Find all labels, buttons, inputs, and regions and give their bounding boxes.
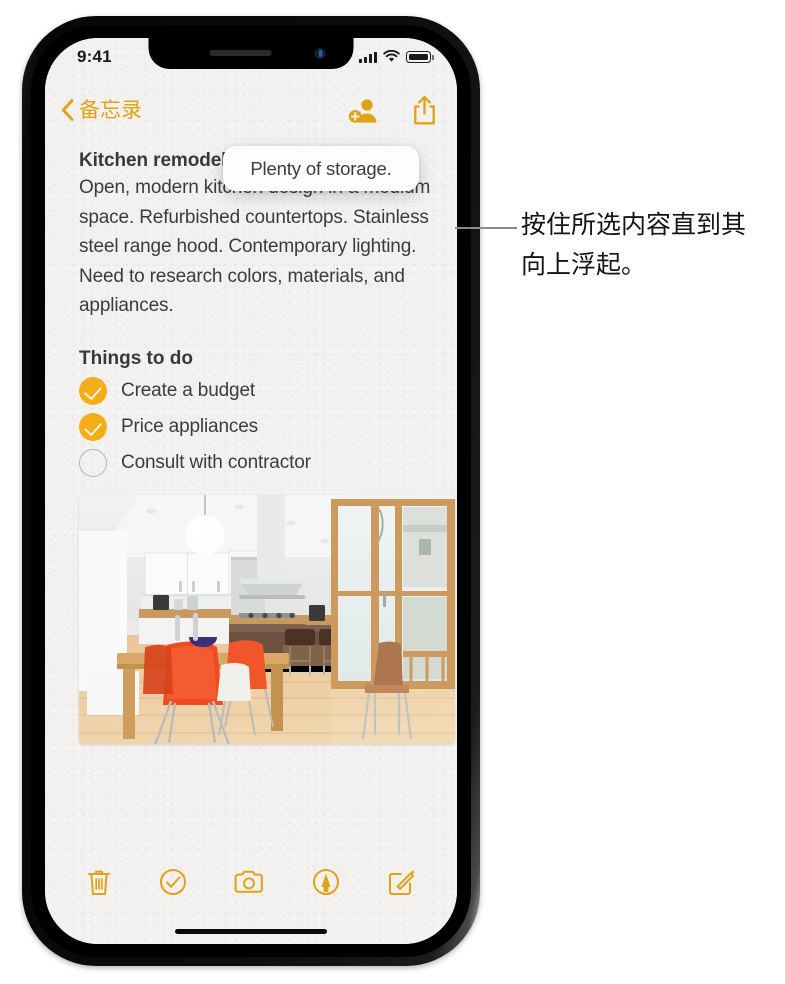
checkbox-empty-icon[interactable] — [79, 448, 107, 477]
markup-pen-icon[interactable] — [312, 868, 340, 896]
todo-label: Price appliances — [121, 415, 259, 437]
chevron-left-icon — [61, 99, 74, 121]
home-indicator[interactable] — [175, 929, 327, 934]
device-notch — [148, 38, 354, 69]
phone-screen: 9:41 备忘录 Kitchen remodel ideas Open, mod… — [45, 38, 457, 944]
share-icon[interactable] — [412, 95, 437, 126]
callout-leader-line — [455, 227, 517, 229]
todo-section-heading: Things to do — [79, 347, 193, 369]
trash-icon[interactable] — [87, 868, 111, 896]
callout-text: 按住所选内容直到其向上浮起。 — [521, 210, 747, 279]
camera-icon[interactable] — [234, 870, 264, 894]
list-item[interactable]: Create a budget — [79, 373, 441, 409]
back-to-notes-button[interactable]: 备忘录 — [61, 98, 142, 122]
checkbox-checked-icon[interactable] — [79, 412, 107, 441]
iphone-device-frame: 9:41 备忘录 Kitchen remodel ideas Open, mod… — [22, 16, 480, 966]
earpiece-speaker-icon — [209, 50, 271, 56]
list-item[interactable]: Consult with contractor — [79, 445, 441, 481]
note-content[interactable]: Kitchen remodel ideas Open, modern kitch… — [45, 142, 457, 874]
note-photo[interactable] — [79, 494, 455, 744]
navigation-bar: 备忘录 — [45, 95, 457, 142]
checkbox-checked-icon[interactable] — [79, 376, 107, 405]
floating-selection-text: Plenty of storage. — [250, 157, 392, 179]
add-person-icon[interactable] — [348, 97, 379, 124]
floating-selection-bubble[interactable]: Plenty of storage. — [223, 146, 419, 191]
compose-icon[interactable] — [388, 869, 415, 896]
todo-label: Create a budget — [121, 379, 256, 401]
kitchen-photo-image — [79, 494, 455, 744]
note-toolbar — [45, 858, 457, 906]
list-item[interactable]: Price appliances — [79, 409, 441, 445]
nav-actions — [348, 95, 437, 126]
front-camera-icon — [314, 48, 326, 59]
note-paragraph: Open, modern kitchen design in a medium … — [79, 177, 430, 316]
back-button-label: 备忘录 — [79, 98, 142, 122]
todo-label: Consult with contractor — [121, 451, 311, 473]
checklist-icon[interactable] — [159, 868, 187, 896]
